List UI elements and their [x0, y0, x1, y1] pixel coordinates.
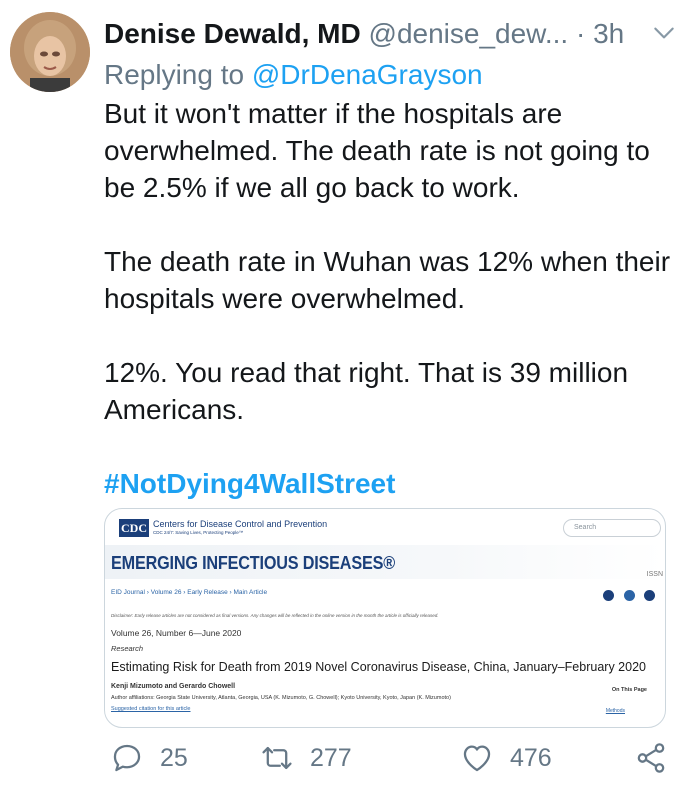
citation-link: Suggested citation for this article — [111, 706, 191, 712]
reply-context: Replying to @DrDenaGrayson — [104, 56, 483, 94]
social-icons — [598, 587, 655, 605]
tweet-line: hospitals were overwhelmed. — [104, 283, 466, 314]
on-this-page-label: On This Page — [611, 687, 647, 693]
card-search-box: Search — [563, 519, 661, 537]
share-button[interactable] — [634, 738, 668, 778]
tweet-text: But it won't matter if the hospitals are… — [104, 95, 684, 502]
avatar-photo — [10, 12, 90, 92]
tweet-line: 12%. You read that right. That is 39 mil… — [104, 357, 629, 388]
volume-info: Volume 26, Number 6—June 2020 — [111, 628, 242, 638]
journal-banner: EMERGING INFECTIOUS DISEASES® — [105, 545, 665, 579]
linkedin-icon — [644, 590, 655, 602]
tweet-actions: 25 277 476 — [104, 738, 684, 778]
reply-count: 25 — [160, 743, 188, 772]
tweet-line: Americans. — [104, 394, 245, 425]
reply-mention-link[interactable]: @DrDenaGrayson — [252, 59, 483, 90]
link-preview-card[interactable]: CDC Centers for Disease Control and Prev… — [104, 508, 666, 728]
journal-title: EMERGING INFECTIOUS DISEASES® — [111, 553, 395, 573]
tweet-line: The death rate in Wuhan was 12% when the… — [104, 246, 671, 277]
author-affiliations: Author affiliations: Georgia State Unive… — [111, 695, 451, 701]
section-label: Research — [111, 644, 144, 653]
cdc-header: CDC Centers for Disease Control and Prev… — [105, 509, 665, 545]
article-title: Estimating Risk for Death from 2019 Nove… — [111, 660, 646, 674]
retweet-icon — [262, 746, 292, 770]
tweet-line: be 2.5% if we all go back to work. — [104, 172, 520, 203]
article-authors: Kenji Mizumoto and Gerardo Chowell — [111, 683, 236, 690]
cdc-logo: CDC — [119, 519, 149, 537]
share-icon — [637, 743, 665, 773]
retweet-count: 277 — [310, 743, 352, 772]
tweet-line: overwhelmed. The death rate is not going… — [104, 135, 650, 166]
twitter-icon — [623, 590, 635, 602]
reply-icon — [113, 744, 141, 772]
heart-icon — [463, 745, 491, 772]
author-name[interactable]: Denise Dewald, MD — [104, 18, 361, 49]
author-avatar[interactable] — [10, 12, 90, 92]
reply-button[interactable]: 25 — [110, 738, 188, 778]
author-handle[interactable]: @denise_dew... — [369, 18, 569, 49]
tweet-time[interactable]: 3h — [593, 18, 624, 49]
tweet-line: But it won't matter if the hospitals are — [104, 98, 563, 129]
disclaimer-text: Disclaimer: Early release articles are n… — [111, 613, 439, 618]
cdc-tagline: CDC 24/7: Saving Lives, Protecting Peopl… — [153, 530, 244, 535]
reply-prefix: Replying to — [104, 59, 245, 90]
header-separator: · — [575, 18, 586, 49]
facebook-icon — [603, 590, 615, 602]
like-count: 476 — [510, 743, 552, 772]
hashtag-link[interactable]: #NotDying4WallStreet — [104, 465, 684, 502]
issn-label: ISSN — [646, 571, 663, 578]
methods-link: Methods — [605, 708, 625, 714]
breadcrumb: EID Journal › Volume 26 › Early Release … — [111, 589, 268, 596]
like-button[interactable]: 476 — [460, 738, 552, 778]
tweet-header: Denise Dewald, MD @denise_dew... · 3h — [104, 14, 685, 54]
cdc-org-name: Centers for Disease Control and Preventi… — [153, 519, 328, 529]
retweet-button[interactable]: 277 — [260, 738, 352, 778]
chevron-down-icon[interactable] — [651, 20, 677, 46]
